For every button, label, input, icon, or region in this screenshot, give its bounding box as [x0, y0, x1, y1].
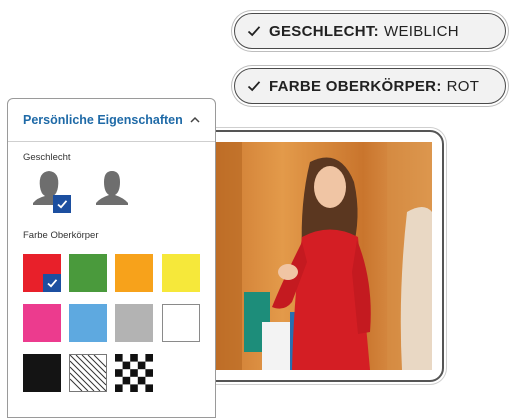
filter-chip-gender[interactable]: GESCHLECHT: WEIBLICH: [234, 13, 506, 49]
gender-option-male[interactable]: [90, 167, 134, 213]
color-swatch-checkered[interactable]: [115, 354, 153, 392]
color-swatch-red[interactable]: [23, 254, 61, 292]
filter-chip-top-color[interactable]: FARBE OBERKÖRPER: ROT: [234, 68, 506, 104]
color-swatch-pink[interactable]: [23, 304, 61, 342]
male-silhouette-icon: [96, 171, 128, 205]
chip-key: FARBE OBERKÖRPER:: [269, 77, 442, 95]
color-swatch-grey[interactable]: [115, 304, 153, 342]
check-icon: [247, 26, 261, 37]
color-swatch-green[interactable]: [69, 254, 107, 292]
color-swatch-orange[interactable]: [115, 254, 153, 292]
stripes-pattern-icon: [69, 354, 107, 392]
color-swatch-black[interactable]: [23, 354, 61, 392]
result-photo-card[interactable]: [190, 130, 444, 382]
panel-title: Persönliche Eigenschaften: [23, 113, 183, 127]
chip-value: WEIBLICH: [383, 22, 459, 40]
panel-header[interactable]: Persönliche Eigenschaften: [8, 99, 215, 142]
result-photo: [202, 142, 432, 370]
check-icon: [57, 200, 68, 209]
check-icon: [247, 81, 261, 92]
color-swatch-striped[interactable]: [69, 354, 107, 392]
top-color-label: Farbe Oberkörper: [23, 230, 99, 241]
selected-check-badge: [43, 274, 61, 292]
filter-panel: Persönliche Eigenschaften Geschlecht Far…: [7, 98, 216, 418]
chip-value: ROT: [446, 77, 480, 95]
color-swatch-white[interactable]: [162, 304, 200, 342]
gender-option-female[interactable]: [27, 167, 71, 213]
color-swatch-yellow[interactable]: [162, 254, 200, 292]
gender-label: Geschlecht: [23, 152, 71, 163]
color-swatch-light-blue[interactable]: [69, 304, 107, 342]
selected-check-badge: [53, 195, 71, 213]
check-icon: [47, 279, 58, 288]
checker-pattern-icon: [115, 354, 153, 392]
chip-key: GESCHLECHT:: [269, 22, 379, 40]
chevron-up-icon[interactable]: [189, 114, 201, 126]
